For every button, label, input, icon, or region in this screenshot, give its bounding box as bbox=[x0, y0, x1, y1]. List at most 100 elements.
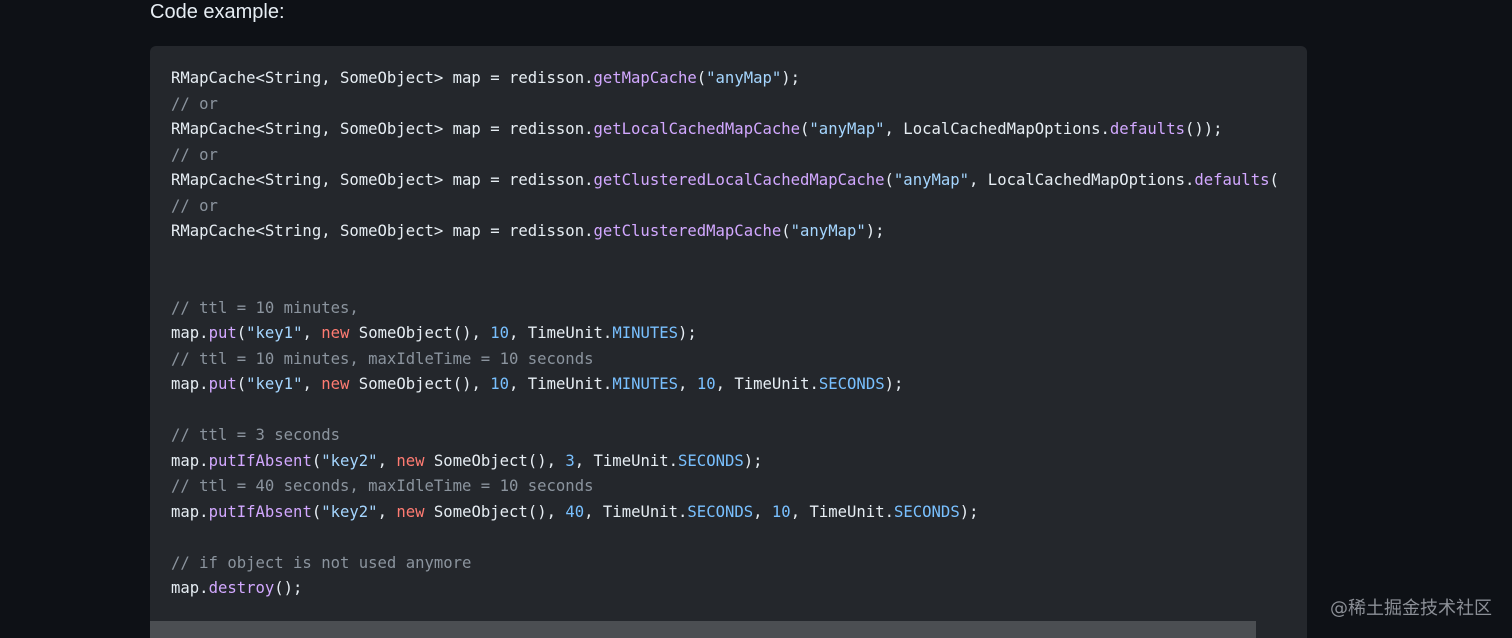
code-token-plain: SomeObject(), bbox=[424, 451, 566, 470]
code-token-number: 10 bbox=[490, 375, 510, 393]
code-token-number: 10 bbox=[771, 502, 791, 521]
code-line: RMapCache<String, SomeObject> map = redi… bbox=[171, 117, 1279, 143]
code-line: map.putIfAbsent("key2", new SomeObject()… bbox=[171, 449, 1279, 475]
code-line: // if object is not used anymore bbox=[171, 551, 1279, 577]
code-token-comment: // ttl = 40 seconds, maxIdleTime = 10 se… bbox=[171, 477, 594, 495]
code-token-plain: , bbox=[377, 502, 397, 521]
code-token-plain: , TimeUnit. bbox=[574, 451, 679, 470]
code-token-plain: ); bbox=[678, 324, 697, 342]
code-line: RMapCache<String, SomeObject> map = redi… bbox=[171, 168, 1279, 194]
code-line: // or bbox=[171, 143, 1279, 169]
code-line: map.put("key1", new SomeObject(), 10, Ti… bbox=[171, 321, 1279, 347]
code-token-method: destroy bbox=[208, 579, 275, 597]
code-line: // or bbox=[171, 92, 1279, 118]
code-token-string: "key1" bbox=[246, 324, 303, 342]
code-token-plain: , bbox=[678, 375, 697, 393]
code-token-number: 40 bbox=[565, 502, 585, 521]
code-token-plain: , TimeUnit. bbox=[509, 375, 613, 393]
code-token-plain: map. bbox=[171, 579, 209, 597]
code-token-plain: ()); bbox=[1184, 120, 1223, 138]
code-token-plain: RMapCache<String, SomeObject> map = redi… bbox=[171, 222, 594, 240]
code-line: // or bbox=[171, 194, 1279, 220]
code-token-method: put bbox=[208, 324, 237, 342]
code-token-const: SECONDS bbox=[893, 502, 960, 521]
horizontal-scrollbar[interactable] bbox=[150, 621, 1256, 638]
code-line: // ttl = 3 seconds bbox=[171, 423, 1279, 449]
code-token-plain: ( bbox=[236, 375, 247, 393]
code-token-keyword: new bbox=[321, 375, 350, 393]
code-token-plain: RMapCache<String, SomeObject> map = redi… bbox=[171, 120, 594, 138]
code-token-plain: SomeObject(), bbox=[349, 324, 491, 342]
code-token-keyword: new bbox=[396, 502, 425, 521]
code-line: RMapCache<String, SomeObject> map = redi… bbox=[171, 219, 1279, 245]
code-token-plain: ( bbox=[696, 69, 707, 87]
code-token-keyword: new bbox=[396, 451, 425, 470]
code-token-string: "anyMap" bbox=[893, 171, 970, 189]
code-line: // ttl = 10 minutes, maxIdleTime = 10 se… bbox=[171, 347, 1279, 373]
code-token-method: getMapCache bbox=[593, 69, 697, 87]
code-token-string: "anyMap" bbox=[809, 120, 885, 138]
page: Code example: RMapCache<String, SomeObje… bbox=[0, 0, 1512, 638]
code-token-plain: ); bbox=[959, 502, 979, 521]
code-token-const: MINUTES bbox=[612, 375, 679, 393]
code-token-method: getClusteredMapCache bbox=[593, 222, 782, 240]
code-token-comment: // ttl = 3 seconds bbox=[171, 426, 340, 444]
code-token-plain: map. bbox=[171, 375, 209, 393]
code-token-plain: ( bbox=[1269, 171, 1279, 189]
code-token-plain: , LocalCachedMapOptions. bbox=[884, 120, 1110, 138]
code-token-comment: // if object is not used anymore bbox=[171, 553, 472, 572]
code-token-plain: ); bbox=[743, 451, 763, 470]
section-label: Code example: bbox=[150, 1, 285, 23]
code-token-comment: // or bbox=[171, 94, 218, 113]
code-token-method: getClusteredLocalCachedMapCache bbox=[593, 171, 885, 189]
code-content[interactable]: RMapCache<String, SomeObject> map = redi… bbox=[171, 66, 1279, 602]
watermark-text: @稀土掘金技术社区 bbox=[1330, 598, 1492, 619]
code-token-method: putIfAbsent bbox=[208, 451, 312, 470]
code-token-number: 10 bbox=[490, 324, 510, 342]
code-token-plain: SomeObject(), bbox=[349, 375, 491, 393]
code-token-plain: RMapCache<String, SomeObject> map = redi… bbox=[171, 171, 594, 189]
code-token-plain: ( bbox=[236, 324, 247, 342]
code-token-const: SECONDS bbox=[687, 502, 754, 521]
code-token-comment: // or bbox=[171, 145, 218, 164]
code-token-const: SECONDS bbox=[678, 451, 744, 470]
code-token-plain: (); bbox=[274, 579, 303, 597]
code-token-string: "key2" bbox=[321, 502, 378, 521]
code-token-comment: // ttl = 10 minutes, bbox=[171, 298, 359, 317]
code-token-plain: , bbox=[302, 375, 322, 393]
code-token-plain: RMapCache<String, SomeObject> map = redi… bbox=[171, 69, 594, 87]
code-block[interactable]: RMapCache<String, SomeObject> map = redi… bbox=[150, 46, 1307, 638]
code-token-comment: // or bbox=[171, 196, 218, 215]
code-token-plain: , bbox=[302, 324, 322, 342]
code-line: map.put("key1", new SomeObject(), 10, Ti… bbox=[171, 372, 1279, 398]
code-token-method: putIfAbsent bbox=[208, 502, 312, 521]
code-token-plain: map. bbox=[171, 324, 209, 342]
code-token-string: "key2" bbox=[321, 451, 378, 470]
code-token-plain: ( bbox=[800, 120, 810, 138]
code-line: map.destroy(); bbox=[171, 576, 1279, 602]
code-token-method: put bbox=[208, 375, 237, 393]
code-token-plain: , TimeUnit. bbox=[790, 502, 894, 521]
code-token-comment: // ttl = 10 minutes, maxIdleTime = 10 se… bbox=[171, 349, 594, 368]
code-token-plain: , TimeUnit. bbox=[509, 324, 613, 342]
code-token-plain: , bbox=[377, 451, 397, 470]
code-token-method: defaults bbox=[1109, 120, 1185, 138]
code-token-string: "anyMap" bbox=[706, 69, 782, 87]
code-token-string: "key1" bbox=[246, 375, 303, 393]
code-token-plain: , TimeUnit. bbox=[584, 502, 688, 521]
code-token-method: defaults bbox=[1194, 171, 1270, 189]
code-token-plain: map. bbox=[171, 502, 209, 521]
code-token-string: "anyMap" bbox=[790, 222, 866, 240]
code-token-const: SECONDS bbox=[818, 375, 885, 393]
code-line: map.putIfAbsent("key2", new SomeObject()… bbox=[171, 500, 1279, 526]
code-token-plain: SomeObject(), bbox=[424, 502, 566, 521]
code-token-plain: , bbox=[753, 502, 772, 521]
code-token-plain: , LocalCachedMapOptions. bbox=[969, 171, 1195, 189]
code-token-number: 10 bbox=[696, 375, 716, 393]
code-token-plain: ( bbox=[781, 222, 791, 240]
code-line: // ttl = 40 seconds, maxIdleTime = 10 se… bbox=[171, 474, 1279, 500]
